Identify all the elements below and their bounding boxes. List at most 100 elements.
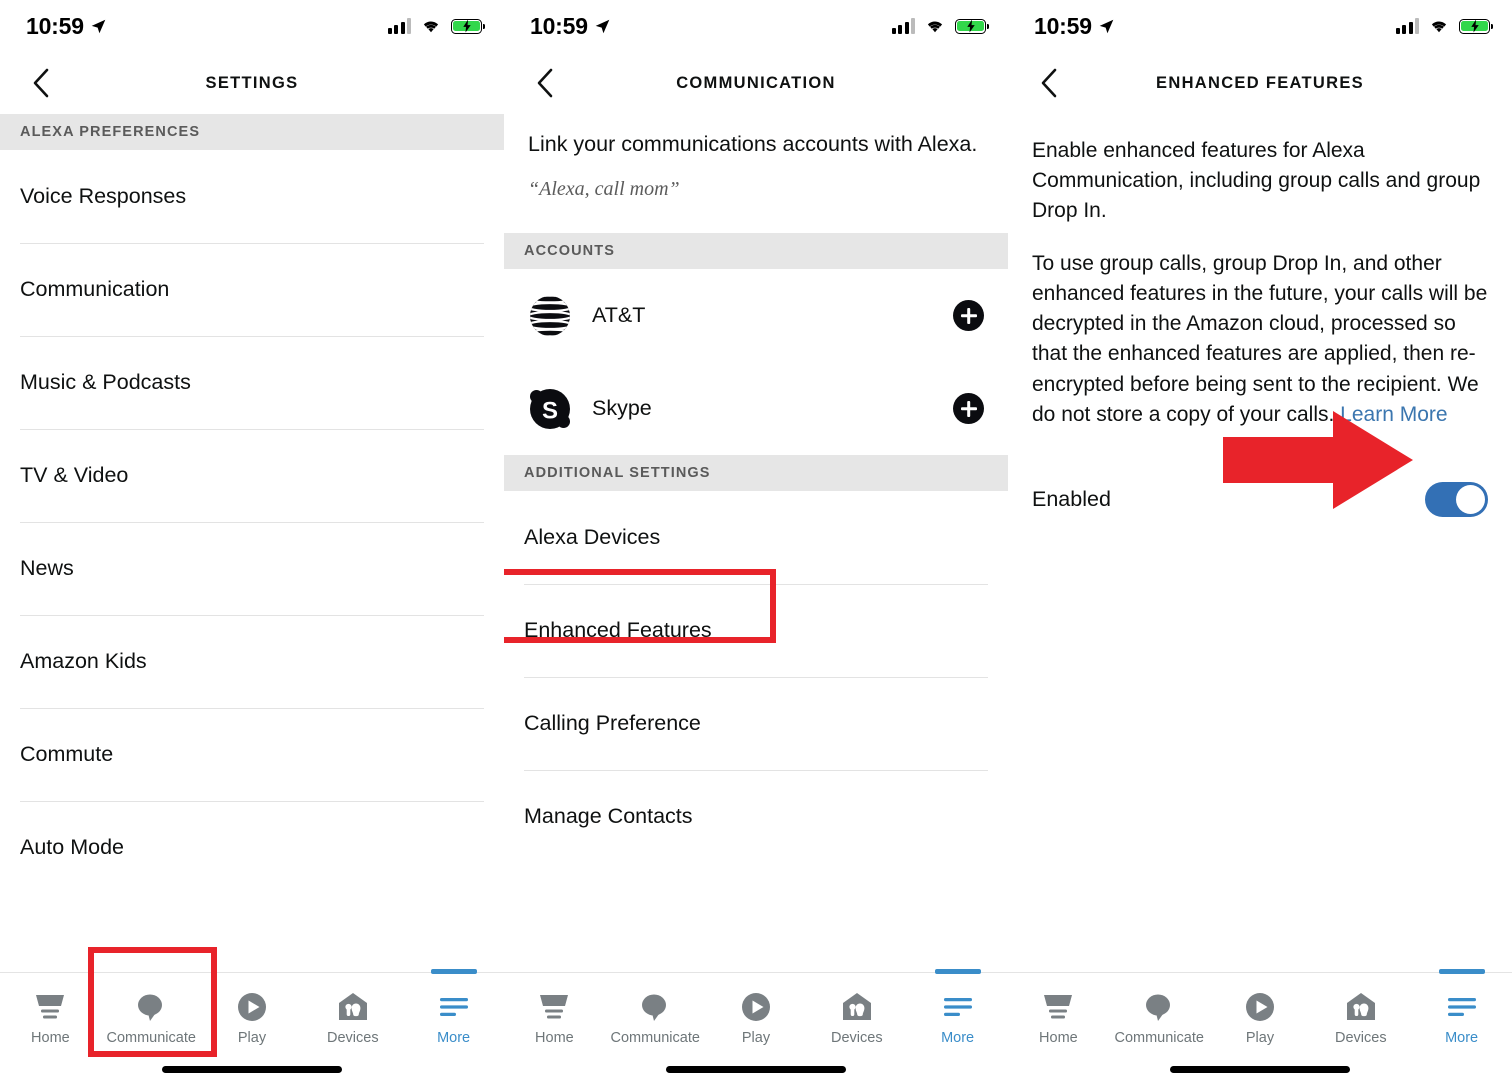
status-bar: 10:59 bbox=[1008, 0, 1512, 52]
account-row-att[interactable]: AT&T bbox=[504, 269, 1008, 362]
screen-communication: 10:59 COMMUNICATION Link your communicat… bbox=[504, 0, 1008, 1082]
sidebar-item-amazon-kids[interactable]: Amazon Kids bbox=[0, 615, 504, 708]
tab-label: More bbox=[1445, 1030, 1479, 1046]
add-icon[interactable] bbox=[953, 393, 984, 425]
list-item-label: Manage Contacts bbox=[524, 804, 693, 829]
cellular-signal-icon bbox=[1395, 18, 1419, 34]
play-circle-icon bbox=[1244, 990, 1276, 1024]
home-icon bbox=[33, 990, 67, 1024]
nav-bar-settings: SETTINGS bbox=[0, 52, 504, 114]
cellular-signal-icon bbox=[387, 18, 411, 34]
att-logo-icon bbox=[526, 292, 573, 339]
tab-home[interactable]: Home bbox=[1008, 973, 1109, 1082]
page-title: ENHANCED FEATURES bbox=[1156, 73, 1364, 92]
enabled-label: Enabled bbox=[1032, 486, 1111, 511]
home-icon bbox=[1041, 990, 1075, 1024]
additional-settings-list: Alexa Devices Enhanced Features Calling … bbox=[504, 491, 1008, 863]
tab-label: Play bbox=[1245, 1030, 1275, 1046]
bottom-tab-bar: Home Communicate Play Devices More bbox=[0, 972, 504, 1082]
status-bar-left: 10:59 bbox=[26, 13, 107, 40]
hamburger-menu-icon bbox=[942, 990, 974, 1024]
account-row-skype[interactable]: S Skype bbox=[504, 362, 1008, 455]
tab-label: Home bbox=[535, 1030, 574, 1046]
nav-bar-communication: COMMUNICATION bbox=[504, 52, 1008, 114]
list-item-calling-preference[interactable]: Calling Preference bbox=[504, 677, 1008, 770]
location-arrow-icon bbox=[594, 18, 611, 35]
tab-label: Play bbox=[237, 1030, 267, 1046]
sidebar-item-news[interactable]: News bbox=[0, 522, 504, 615]
tab-label: Home bbox=[31, 1030, 70, 1046]
home-indicator bbox=[1170, 1066, 1350, 1073]
back-button[interactable] bbox=[26, 66, 56, 100]
tab-more[interactable]: More bbox=[1411, 973, 1512, 1082]
list-item-manage-contacts[interactable]: Manage Contacts bbox=[504, 770, 1008, 863]
list-item-label: Music & Podcasts bbox=[20, 370, 191, 394]
battery-charging-icon bbox=[451, 18, 486, 34]
account-name: Skype bbox=[592, 396, 652, 421]
home-indicator bbox=[162, 1066, 342, 1073]
speech-bubble-icon bbox=[639, 990, 671, 1024]
status-bar: 10:59 bbox=[0, 0, 504, 52]
paragraph-2-text: To use group calls, group Drop In, and o… bbox=[1032, 251, 1488, 426]
list-item-alexa-devices[interactable]: Alexa Devices bbox=[504, 491, 1008, 584]
sidebar-item-commute[interactable]: Commute bbox=[0, 708, 504, 801]
list-item-label: Enhanced Features bbox=[524, 618, 712, 643]
devices-house-icon bbox=[1345, 990, 1377, 1024]
speech-bubble-icon bbox=[1143, 990, 1175, 1024]
sidebar-item-auto-mode[interactable]: Auto Mode bbox=[0, 801, 504, 894]
battery-charging-icon bbox=[1459, 18, 1494, 34]
sidebar-item-voice-responses[interactable]: Voice Responses bbox=[0, 150, 504, 243]
tab-label: Devices bbox=[1335, 1030, 1387, 1046]
play-circle-icon bbox=[236, 990, 268, 1024]
status-bar-time: 10:59 bbox=[1034, 12, 1092, 39]
tab-home[interactable]: Home bbox=[0, 973, 101, 1082]
home-icon bbox=[537, 990, 571, 1024]
status-bar-time: 10:59 bbox=[530, 12, 588, 39]
list-item-label: Calling Preference bbox=[524, 711, 701, 736]
list-item-label: Commute bbox=[20, 742, 114, 766]
tab-label: More bbox=[437, 1030, 471, 1046]
wifi-icon bbox=[420, 18, 442, 34]
tab-more[interactable]: More bbox=[907, 973, 1008, 1082]
tab-home[interactable]: Home bbox=[504, 973, 605, 1082]
hamburger-menu-icon bbox=[438, 990, 470, 1024]
tab-label: Communicate bbox=[106, 1030, 196, 1046]
section-header-alexa-preferences: ALEXA PREFERENCES bbox=[0, 114, 504, 150]
tab-label: Communicate bbox=[1114, 1030, 1204, 1046]
back-button[interactable] bbox=[530, 66, 560, 100]
screen-settings: 10:59 SETTINGS ALEXA PREFERENCES Voice R… bbox=[0, 0, 504, 1082]
status-bar: 10:59 bbox=[504, 0, 1008, 52]
tab-label: More bbox=[941, 1030, 975, 1046]
back-button[interactable] bbox=[1034, 66, 1064, 100]
tab-label: Communicate bbox=[610, 1030, 700, 1046]
page-title: SETTINGS bbox=[205, 73, 299, 92]
list-item-label: Auto Mode bbox=[20, 835, 124, 859]
sidebar-item-communication[interactable]: Communication bbox=[0, 243, 504, 336]
tab-label: Devices bbox=[327, 1030, 379, 1046]
description-paragraph-1: Enable enhanced features for Alexa Commu… bbox=[1032, 139, 1481, 223]
enabled-setting-row: Enabled bbox=[1008, 452, 1512, 522]
add-icon[interactable] bbox=[953, 300, 984, 332]
section-header-additional-settings: ADDITIONAL SETTINGS bbox=[504, 455, 1008, 492]
list-item-label: News bbox=[20, 556, 74, 580]
list-item-label: TV & Video bbox=[20, 463, 129, 487]
battery-charging-icon bbox=[955, 18, 990, 34]
tab-label: Play bbox=[741, 1030, 771, 1046]
list-item-label: Alexa Devices bbox=[524, 525, 661, 550]
tab-more[interactable]: More bbox=[403, 973, 504, 1082]
intro-quote: “Alexa, call mom” bbox=[528, 178, 680, 201]
list-item-enhanced-features[interactable]: Enhanced Features bbox=[504, 584, 1008, 677]
enhanced-features-body: Enable enhanced features for Alexa Commu… bbox=[1008, 114, 1512, 430]
location-arrow-icon bbox=[1098, 18, 1115, 35]
screenshot-root: 10:59 SETTINGS ALEXA PREFERENCES Voice R… bbox=[0, 0, 1512, 1082]
learn-more-link[interactable]: Learn More bbox=[1340, 403, 1447, 426]
speech-bubble-icon bbox=[135, 990, 167, 1024]
sidebar-item-music-podcasts[interactable]: Music & Podcasts bbox=[0, 336, 504, 429]
tab-label: Devices bbox=[831, 1030, 883, 1046]
sidebar-item-tv-video[interactable]: TV & Video bbox=[0, 429, 504, 522]
enabled-toggle[interactable] bbox=[1425, 481, 1488, 517]
description-paragraph-2: To use group calls, group Drop In, and o… bbox=[1032, 249, 1488, 430]
location-arrow-icon bbox=[90, 18, 107, 35]
list-item-label: Amazon Kids bbox=[20, 649, 147, 673]
devices-house-icon bbox=[337, 990, 369, 1024]
